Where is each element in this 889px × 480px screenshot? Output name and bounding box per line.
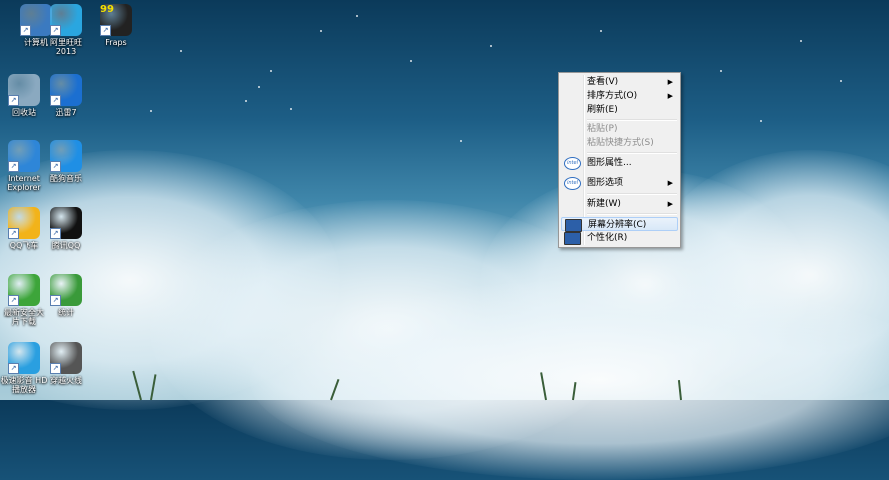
menu-item-screen-resolution[interactable]: 屏幕分辨率(C) — [561, 217, 678, 232]
submenu-arrow-icon: ▶ — [667, 200, 673, 208]
menu-item-paste[interactable]: 粘贴(P) — [561, 122, 678, 136]
thunder-icon: ↗ — [50, 74, 82, 106]
menu-item-personalize[interactable]: 个性化(R) — [561, 231, 678, 245]
desktop-icon-stats[interactable]: ↗ 统计 — [36, 274, 96, 317]
menu-item-graphics-options[interactable]: intel 图形选项 ▶ — [561, 176, 678, 190]
menu-item-label: 新建(W) — [587, 199, 621, 209]
intel-icon: intel — [564, 177, 581, 190]
shortcut-arrow-icon: ↗ — [100, 25, 111, 36]
desktop-wallpaper — [0, 0, 889, 480]
shortcut-arrow-icon: ↗ — [8, 228, 19, 239]
menu-item-new[interactable]: 新建(W) ▶ — [561, 197, 678, 211]
desktop-icon-qq[interactable]: ↗ 腾讯QQ — [36, 207, 96, 250]
desktop-icon-label: 酷狗音乐 — [50, 174, 82, 183]
menu-separator — [587, 119, 677, 121]
menu-item-label: 图形选项 — [587, 178, 624, 188]
menu-item-label: 图形属性... — [587, 158, 632, 168]
shortcut-arrow-icon: ↗ — [50, 95, 61, 106]
submenu-arrow-icon: ▶ — [667, 92, 673, 100]
shortcut-arrow-icon: ↗ — [50, 228, 61, 239]
desktop-icon-label: 迅雷7 — [55, 108, 77, 117]
game-icon: ↗ — [50, 342, 82, 374]
shortcut-arrow-icon: ↗ — [8, 95, 19, 106]
submenu-arrow-icon: ▶ — [667, 78, 673, 86]
shortcut-arrow-icon: ↗ — [50, 161, 61, 172]
desktop-icon-thunder[interactable]: ↗ 迅雷7 — [36, 74, 96, 117]
desktop-icon-label: 穿越火线 — [50, 376, 82, 385]
menu-item-label: 个性化(R) — [587, 233, 628, 243]
menu-item-refresh[interactable]: 刷新(E) — [561, 103, 678, 117]
desktop-icon-label: 统计 — [58, 308, 74, 317]
menu-item-label: 粘贴(P) — [587, 124, 618, 134]
menu-item-view[interactable]: 查看(V) ▶ — [561, 75, 678, 89]
fraps-icon: 99 ↗ — [100, 4, 132, 36]
shortcut-arrow-icon: ↗ — [50, 295, 61, 306]
aliwangwang-icon: ↗ — [50, 4, 82, 36]
desktop-icon-game[interactable]: ↗ 穿越火线 — [36, 342, 96, 385]
desktop-context-menu: 查看(V) ▶ 排序方式(O) ▶ 刷新(E) 粘贴(P) 粘贴快捷方式(S) in… — [558, 72, 681, 248]
menu-item-graphics-properties[interactable]: intel 图形属性... — [561, 156, 678, 170]
menu-item-sort-by[interactable]: 排序方式(O) ▶ — [561, 89, 678, 103]
desktop-icon-label: Fraps — [105, 38, 127, 47]
menu-item-label: 粘贴快捷方式(S) — [587, 138, 654, 148]
menu-separator — [587, 213, 677, 215]
menu-item-label: 刷新(E) — [587, 105, 618, 115]
menu-item-paste-shortcut[interactable]: 粘贴快捷方式(S) — [561, 136, 678, 150]
shortcut-arrow-icon: ↗ — [8, 161, 19, 172]
submenu-arrow-icon: ▶ — [667, 179, 673, 187]
qq-icon: ↗ — [50, 207, 82, 239]
shortcut-arrow-icon: ↗ — [50, 363, 61, 374]
shortcut-arrow-icon: ↗ — [8, 295, 19, 306]
kugou-icon: ↗ — [50, 140, 82, 172]
menu-separator — [587, 193, 677, 195]
monitor-icon — [564, 232, 581, 245]
menu-item-label: 查看(V) — [587, 77, 619, 87]
fraps-badge: 99 — [100, 4, 114, 15]
menu-separator — [587, 152, 677, 154]
intel-icon: intel — [564, 157, 581, 170]
shortcut-arrow-icon: ↗ — [50, 25, 61, 36]
menu-item-label: 排序方式(O) — [587, 91, 638, 101]
desktop-icon-label: 腾讯QQ — [51, 241, 81, 250]
desktop-icon-fraps[interactable]: 99 ↗ Fraps — [86, 4, 146, 47]
desktop-icon-kugou[interactable]: ↗ 酷狗音乐 — [36, 140, 96, 183]
menu-item-label: 屏幕分辨率(C) — [588, 220, 647, 230]
shortcut-arrow-icon: ↗ — [20, 25, 31, 36]
stats-icon: ↗ — [50, 274, 82, 306]
shortcut-arrow-icon: ↗ — [8, 363, 19, 374]
